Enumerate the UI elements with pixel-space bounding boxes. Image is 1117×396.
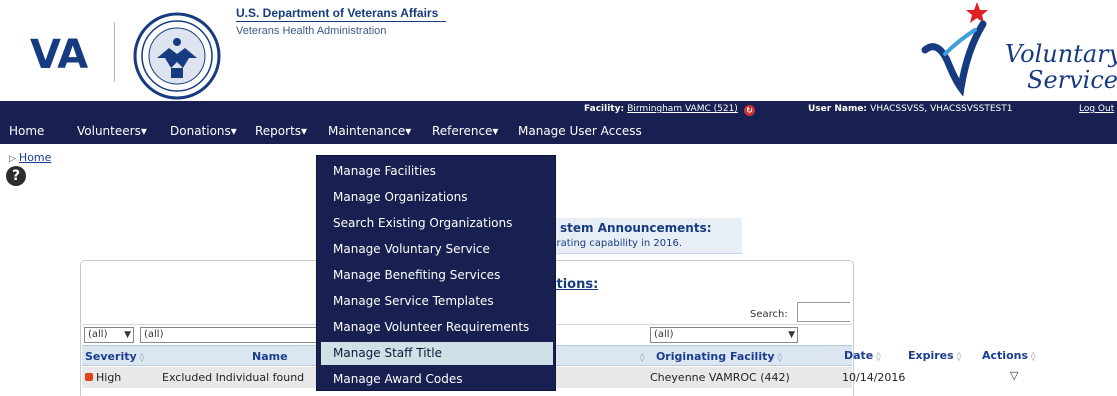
facility-filter-select[interactable]: (all) ▼ bbox=[650, 327, 798, 343]
user-info: User Name: VHACSSVSS, VHACSSVSSTEST1 bbox=[808, 104, 1012, 114]
menu-item-manage-voluntary-service[interactable]: Manage Voluntary Service bbox=[321, 238, 553, 261]
main-nav: Home Volunteers▾ Donations▾ Reports▾ Mai… bbox=[0, 118, 1117, 144]
name-filter-value: (all) bbox=[144, 329, 164, 340]
logo-divider bbox=[114, 22, 115, 82]
facility-link[interactable]: Birmingham VAMC (521) bbox=[627, 104, 738, 114]
name-filter-select[interactable]: (all) bbox=[140, 327, 320, 343]
sort-icon: ◊ bbox=[777, 353, 782, 363]
search-label: Search: bbox=[750, 309, 788, 320]
facility-info: Facility: Birmingham VAMC (521) ↻ bbox=[584, 104, 755, 116]
chevron-down-icon: ▼ bbox=[788, 330, 795, 340]
dept-title: U.S. Department of Veterans Affairs bbox=[236, 6, 439, 20]
announcements-text: perating capability in 2016. bbox=[544, 238, 683, 249]
chevron-down-icon: ▼ bbox=[124, 330, 131, 340]
menu-item-manage-facilities[interactable]: Manage Facilities bbox=[321, 160, 553, 183]
menu-item-manage-service-templates[interactable]: Manage Service Templates bbox=[321, 290, 553, 313]
severity-high-icon bbox=[85, 373, 93, 381]
dept-rule bbox=[236, 21, 446, 22]
sort-icon: ◊ bbox=[1031, 352, 1036, 362]
vs-logo-line1: Voluntary bbox=[1005, 40, 1117, 68]
severity-filter-value: (all) bbox=[88, 329, 108, 340]
row-name: Excluded Individual found bbox=[162, 371, 305, 384]
nav-manage-user-access[interactable]: Manage User Access bbox=[518, 124, 642, 138]
nav-home[interactable]: Home bbox=[9, 124, 44, 138]
va-seal-icon bbox=[133, 12, 221, 100]
row-severity: High bbox=[85, 371, 121, 384]
nav-reference[interactable]: Reference▾ bbox=[432, 124, 498, 138]
user-name: VHACSSVSS, VHACSSVSSTEST1 bbox=[870, 104, 1013, 114]
col-date-header[interactable]: Date ◊ bbox=[844, 349, 881, 362]
change-facility-icon[interactable]: ↻ bbox=[743, 105, 755, 116]
menu-item-manage-organizations[interactable]: Manage Organizations bbox=[321, 186, 553, 209]
sort-icon: ◊ bbox=[139, 353, 145, 363]
page: VA U.S. Department of Veterans Affairs V… bbox=[0, 0, 1117, 396]
maintenance-menu: Manage Facilities Manage Organizations S… bbox=[316, 155, 556, 391]
sort-icon: ◊ bbox=[640, 353, 645, 363]
vs-logo-line2: Service bbox=[1027, 66, 1117, 94]
facility-filter-value: (all) bbox=[654, 329, 674, 340]
col-actions-header[interactable]: Actions ◊ bbox=[982, 349, 1035, 362]
col-facility[interactable]: ◊ Originating Facility ◊ bbox=[637, 350, 782, 363]
facility-label: Facility: bbox=[584, 104, 625, 114]
col-name[interactable]: Name bbox=[252, 350, 288, 363]
breadcrumb-arrow-icon: ▷ bbox=[9, 154, 16, 164]
announcements-title: stem Announcements: bbox=[560, 221, 712, 235]
row-actions-menu-icon[interactable]: ▽ bbox=[1010, 369, 1018, 382]
row-date: 10/14/2016 bbox=[842, 371, 906, 384]
sort-icon: ◊ bbox=[956, 352, 962, 362]
user-info-bar: Facility: Birmingham VAMC (521) ↻ User N… bbox=[0, 101, 1117, 118]
nav-reports[interactable]: Reports▾ bbox=[255, 124, 307, 138]
sort-icon: ◊ bbox=[876, 352, 881, 362]
col-severity[interactable]: Severity ◊ bbox=[85, 350, 144, 363]
menu-item-manage-award-codes[interactable]: Manage Award Codes bbox=[321, 368, 553, 391]
breadcrumb-home-link[interactable]: Home bbox=[19, 151, 51, 164]
col-expires-header[interactable]: Expires ◊ bbox=[908, 349, 961, 362]
severity-filter-select[interactable]: (all) ▼ bbox=[84, 327, 134, 343]
nav-volunteers[interactable]: Volunteers▾ bbox=[77, 124, 147, 138]
menu-item-manage-volunteer-requirements[interactable]: Manage Volunteer Requirements bbox=[321, 316, 553, 339]
site-header: VA U.S. Department of Veterans Affairs V… bbox=[0, 0, 1117, 100]
search-input[interactable] bbox=[797, 302, 850, 322]
breadcrumb: ▷ Home bbox=[9, 151, 51, 164]
dept-subtitle: Veterans Health Administration bbox=[236, 25, 387, 37]
nav-donations[interactable]: Donations▾ bbox=[170, 124, 237, 138]
menu-item-manage-staff-title[interactable]: Manage Staff Title bbox=[321, 342, 553, 365]
row-facility: Cheyenne VAMROC (442) bbox=[650, 371, 790, 384]
voluntary-service-logo: Voluntary Service bbox=[921, 2, 1117, 97]
nav-maintenance[interactable]: Maintenance▾ bbox=[328, 124, 411, 138]
menu-item-manage-benefiting-services[interactable]: Manage Benefiting Services bbox=[321, 264, 553, 287]
menu-item-search-existing-organizations[interactable]: Search Existing Organizations bbox=[321, 212, 553, 235]
logout-link[interactable]: Log Out bbox=[1079, 104, 1114, 114]
help-icon[interactable]: ? bbox=[6, 166, 26, 186]
user-label: User Name: bbox=[808, 104, 868, 114]
va-logo: VA bbox=[30, 32, 88, 78]
